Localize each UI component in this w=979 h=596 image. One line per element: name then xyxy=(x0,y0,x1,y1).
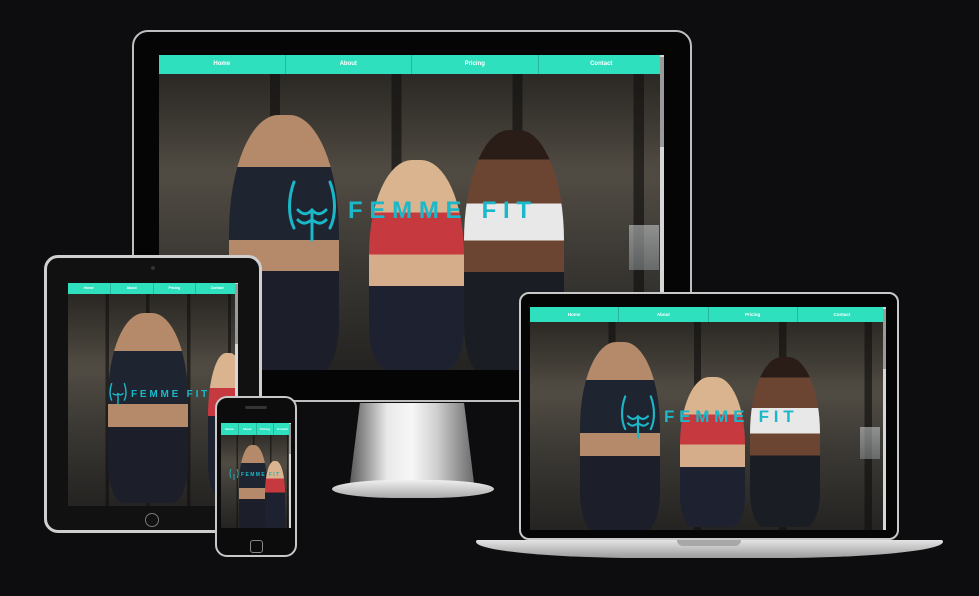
brand-name: FEMME FIT xyxy=(241,471,281,478)
brand-name: FEMME FIT xyxy=(348,197,538,224)
phone-speaker xyxy=(245,406,267,409)
phone-website-preview: Home About Pricing Contact FEMME FIT xyxy=(221,423,291,528)
nav-about-link[interactable]: About xyxy=(239,423,257,435)
hero-person-left xyxy=(239,445,267,528)
torso-outline-icon xyxy=(108,383,128,405)
nav-contact-link[interactable]: Contact xyxy=(196,283,238,294)
tablet-home-button xyxy=(145,513,159,527)
brand-name: FEMME FIT xyxy=(664,407,799,426)
monitor-stand-neck xyxy=(350,403,474,483)
nav-home-link[interactable]: Home xyxy=(530,307,620,322)
brand-logo: FEMME FIT xyxy=(229,469,281,480)
brand-logo: FEMME FIT xyxy=(284,180,538,242)
main-nav: Home About Pricing Contact xyxy=(68,283,238,294)
main-nav: Home About Pricing Contact xyxy=(159,55,664,74)
nav-pricing-link[interactable]: Pricing xyxy=(257,423,275,435)
page-scrollbar[interactable] xyxy=(883,307,886,530)
brand-name: FEMME FIT xyxy=(131,388,211,400)
brand-logo: FEMME FIT xyxy=(618,395,798,439)
torso-outline-icon xyxy=(284,180,340,242)
nav-home-link[interactable]: Home xyxy=(68,283,111,294)
hero-person-right xyxy=(750,357,820,527)
nav-home-link[interactable]: Home xyxy=(159,55,286,74)
hero-window xyxy=(629,225,659,270)
nav-home-link[interactable]: Home xyxy=(221,423,239,435)
torso-outline-icon xyxy=(618,395,658,439)
nav-about-link[interactable]: About xyxy=(286,55,412,74)
nav-contact-link[interactable]: Contact xyxy=(539,55,665,74)
nav-pricing-link[interactable]: Pricing xyxy=(154,283,197,294)
main-nav: Home About Pricing Contact xyxy=(221,423,291,435)
main-nav: Home About Pricing Contact xyxy=(530,307,886,322)
laptop-opening-notch xyxy=(677,540,741,546)
page-scrollbar[interactable] xyxy=(289,423,291,528)
nav-pricing-link[interactable]: Pricing xyxy=(412,55,539,74)
tablet-website-preview: Home About Pricing Contact FEMME FIT xyxy=(68,283,238,506)
nav-about-link[interactable]: About xyxy=(619,307,709,322)
monitor-stand-base xyxy=(332,480,494,498)
torso-outline-icon xyxy=(229,469,239,480)
nav-about-link[interactable]: About xyxy=(111,283,154,294)
phone-home-button xyxy=(250,540,263,553)
hero-person-left xyxy=(108,313,188,503)
brand-logo: FEMME FIT xyxy=(108,383,210,405)
nav-contact-link[interactable]: Contact xyxy=(798,307,886,322)
nav-pricing-link[interactable]: Pricing xyxy=(709,307,798,322)
tablet-camera xyxy=(151,266,155,270)
laptop-website-preview: Home About Pricing Contact FEMME FIT xyxy=(530,307,886,530)
hero-window xyxy=(860,427,880,459)
